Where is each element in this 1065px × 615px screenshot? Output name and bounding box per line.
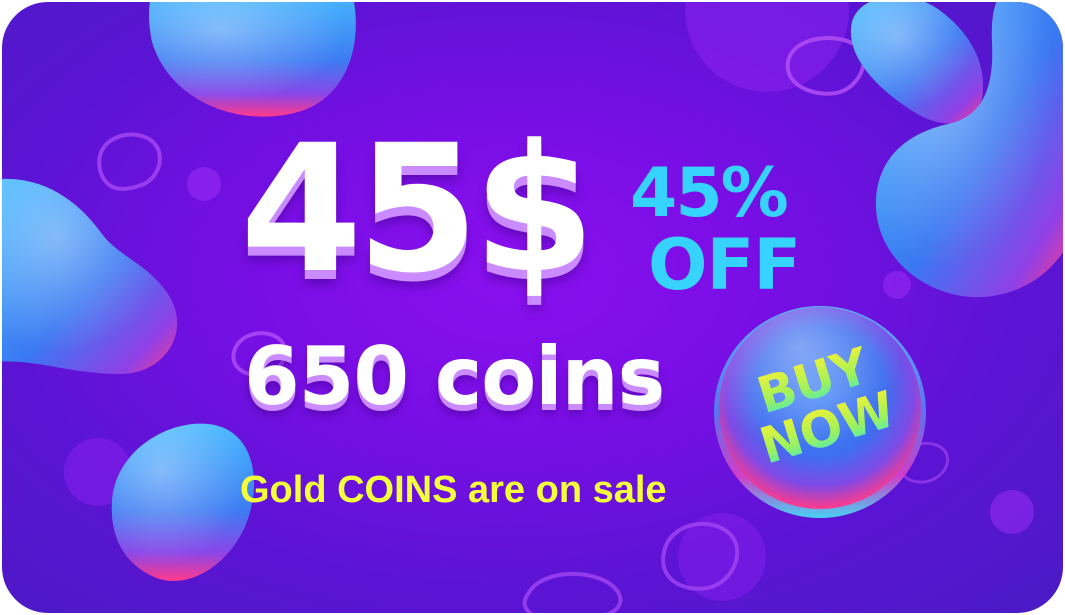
- discount-percent: 45%: [630, 154, 789, 233]
- coin-amount-label: 650 coins: [244, 330, 665, 423]
- decor-blob-shine: [149, 2, 356, 117]
- decor-dot: [187, 167, 221, 201]
- sale-tagline: Gold COINS are on sale: [240, 469, 667, 511]
- decor-dot: [883, 271, 911, 299]
- discount-off-word: OFF: [648, 224, 801, 306]
- decor-blob-shine: [2, 178, 178, 374]
- decor-blob-shine: [111, 423, 255, 581]
- promo-banner: 45$ 45% OFF 650 coins Gold COINS are on …: [2, 2, 1063, 613]
- decor-bubble: [685, 2, 849, 92]
- decor-blob-shine: [850, 2, 984, 124]
- decor-ring: [522, 571, 623, 613]
- discount-label: 45% OFF: [630, 154, 801, 306]
- price-label: 45$: [240, 107, 595, 312]
- decor-ring: [97, 132, 162, 191]
- decor-dot: [990, 490, 1034, 534]
- buy-now-button[interactable]: BUY NOW: [712, 298, 928, 520]
